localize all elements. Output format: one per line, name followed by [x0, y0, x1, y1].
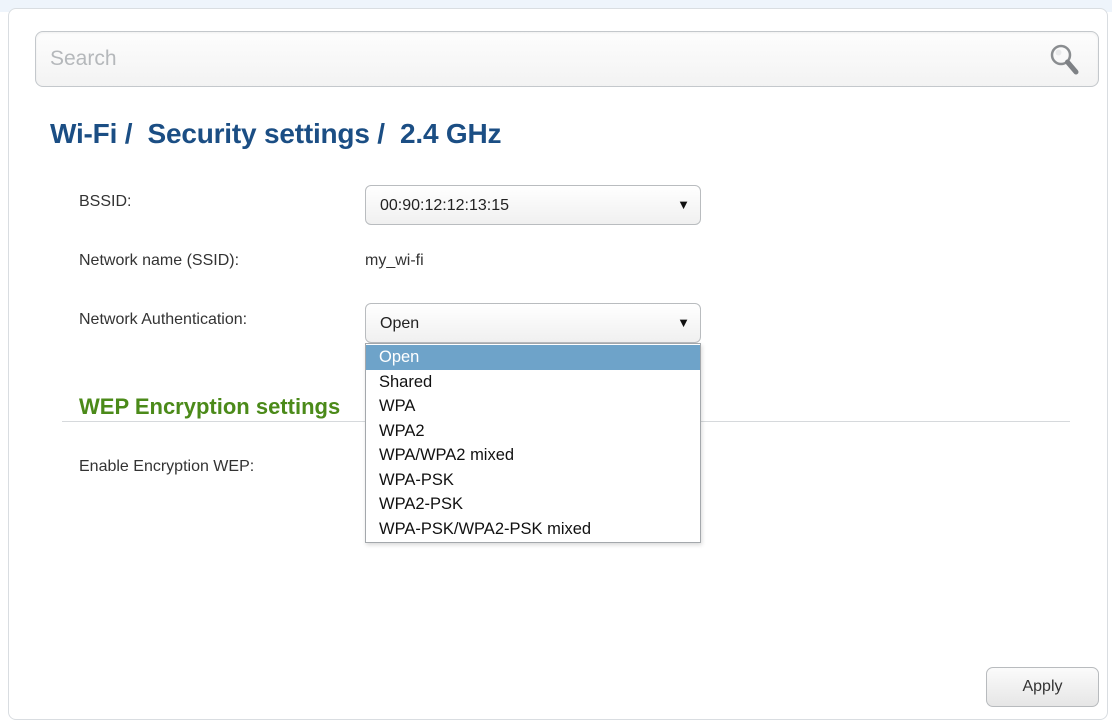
ssid-value: my_wi-fi: [365, 252, 424, 269]
bssid-select[interactable]: 00:90:12:12:13:15 ▼: [365, 185, 701, 225]
dropdown-option-shared[interactable]: Shared: [366, 370, 700, 395]
wep-enable-label: Enable Encryption WEP:: [79, 458, 255, 475]
dropdown-option-wpa-psk-wpa2-psk-mixed[interactable]: WPA-PSK/WPA2-PSK mixed: [366, 517, 700, 542]
dropdown-option-open[interactable]: Open: [366, 345, 700, 370]
auth-select[interactable]: Open ▼: [365, 303, 701, 343]
auth-label: Network Authentication:: [79, 311, 248, 328]
dropdown-option-wpa-psk[interactable]: WPA-PSK: [366, 468, 700, 493]
apply-button[interactable]: Apply: [986, 667, 1099, 707]
bssid-value: 00:90:12:12:13:15: [380, 197, 510, 214]
wep-section-title: WEP Encryption settings: [79, 394, 341, 419]
chevron-down-icon: ▼: [677, 315, 690, 330]
dropdown-option-wpa2[interactable]: WPA2: [366, 419, 700, 444]
dropdown-option-wpa-wpa2-mixed[interactable]: WPA/WPA2 mixed: [366, 443, 700, 468]
page-title: Wi-Fi / Security settings / 2.4 GHz: [50, 118, 502, 149]
auth-dropdown-list: Open Shared WPA WPA2 WPA/WPA2 mixed WPA-…: [365, 343, 701, 543]
ssid-label: Network name (SSID):: [79, 252, 240, 269]
search-input[interactable]: [50, 42, 1030, 76]
auth-value: Open: [380, 315, 420, 332]
search-bar: [35, 31, 1099, 87]
search-icon[interactable]: [1048, 42, 1082, 78]
dropdown-option-wpa2-psk[interactable]: WPA2-PSK: [366, 492, 700, 517]
dropdown-option-wpa[interactable]: WPA: [366, 394, 700, 419]
bssid-label: BSSID:: [79, 193, 132, 210]
chevron-down-icon: ▼: [677, 197, 690, 212]
